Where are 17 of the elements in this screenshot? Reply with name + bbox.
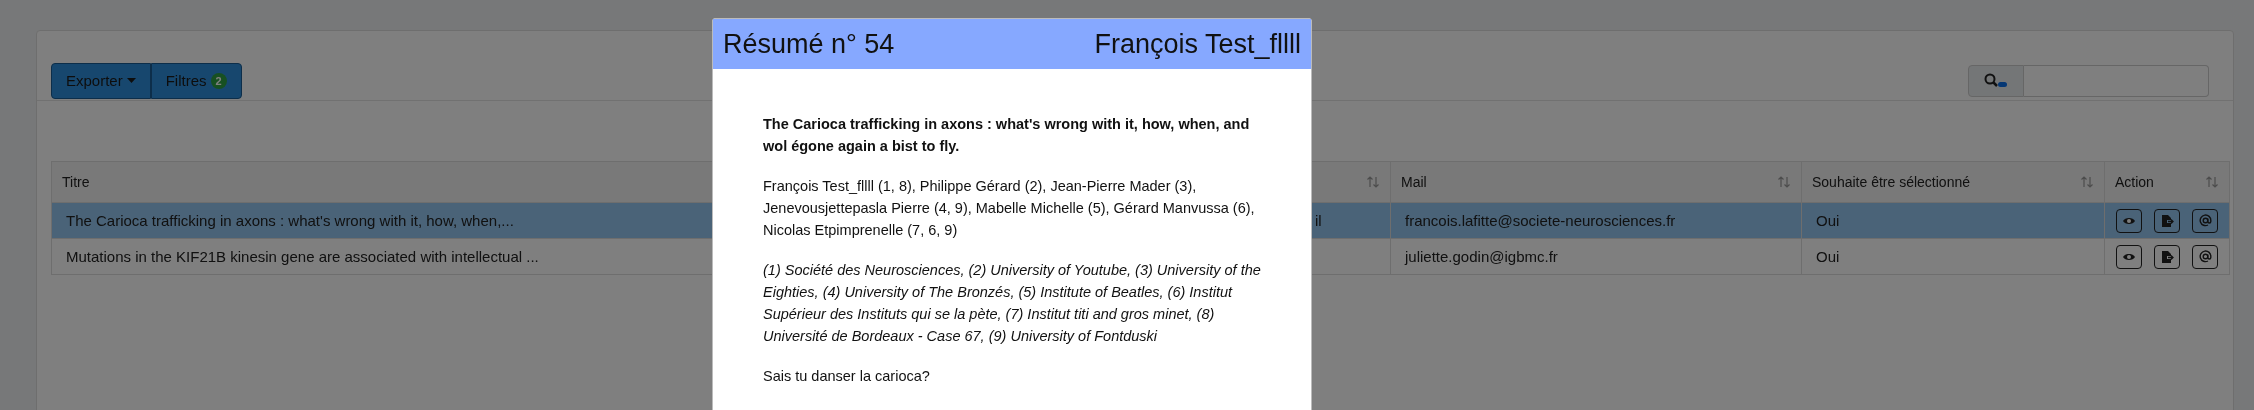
filter-count: 2 bbox=[210, 72, 227, 89]
table-cell: francois.lafitte@societe-neurosciences.fr bbox=[1405, 212, 1676, 229]
column-title: Mail bbox=[1401, 174, 1427, 190]
table-cell: juliette.godin@igbmc.fr bbox=[1405, 248, 1558, 265]
column-title: Action bbox=[2115, 174, 2154, 190]
table-cell: The Carioca trafficking in axons : what's wrong with it, how, when,... bbox=[66, 212, 514, 229]
abstract-text: Sais tu danser la carioca? bbox=[763, 367, 931, 386]
table-cell: Mutations in the KIF21B kinesin gene are associated with intellectual ... bbox=[66, 248, 539, 265]
table-cell: Oui bbox=[1816, 248, 1840, 265]
table-cell: il bbox=[1315, 212, 1322, 229]
author-list: François Test_fllll (1, 8), Philippe Gérard (2), Jean-Pierre Mader (3), Jenevousjettepasla Pierre (4, 9), Mabelle Michelle (5), Gérard Manvussa (6), Nicolas Etpimprenelle (7, 6, 9) bbox=[763, 175, 1275, 241]
affiliation-list: (1) Société des Neurosciences, (2) University of Youtube, (3) University of the Eighties, (4) University of The Bronzés, (5) Institute of Beatles, (6) Institut Supérieur des Instituts qui se la pète, (7) Institut titi and gros minet, (8) Université de Bordeaux - Case 67, (9) University of Fontduski bbox=[763, 259, 1275, 347]
dialog-title: Résumé n° 54 bbox=[723, 28, 895, 60]
column-title: Souhaite être sélectionné bbox=[1812, 174, 1970, 190]
author-name: François Test_fllll bbox=[1094, 28, 1301, 60]
table-cell: Oui bbox=[1816, 212, 1840, 229]
abstract-title: The Carioca trafficking in axons : what's wrong with it, how, when, and wol égone again a bist to fly. bbox=[763, 115, 1251, 156]
